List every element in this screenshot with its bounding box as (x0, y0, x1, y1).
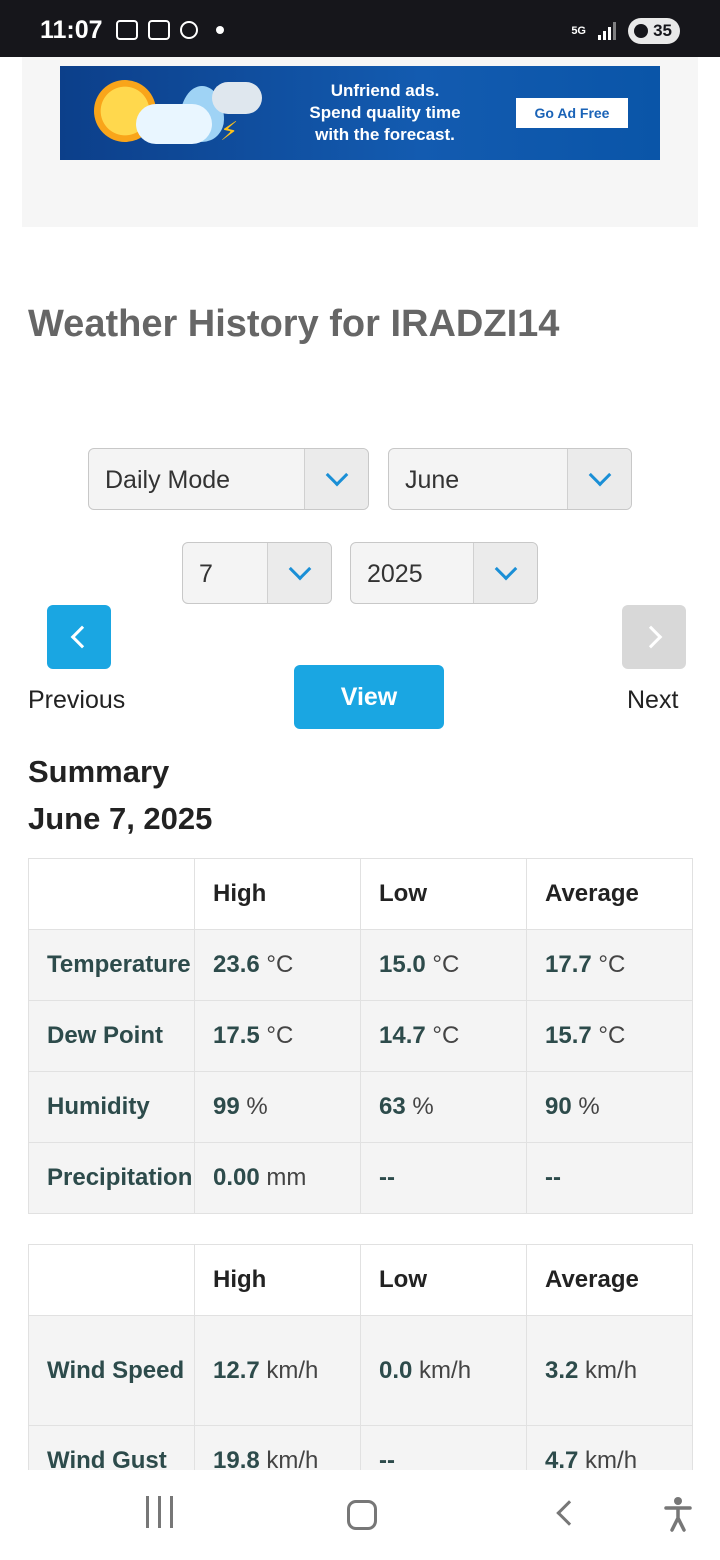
ad-text: Unfriend ads. Spend quality time with th… (290, 80, 480, 146)
day-select[interactable]: 7 (182, 542, 332, 604)
cell-average: 15.7 °C (526, 1000, 693, 1072)
cell-high: 0.00 mm (194, 1142, 361, 1214)
mode-select[interactable]: Daily Mode (88, 448, 369, 510)
notification-icons (116, 20, 224, 40)
table-header-average: Average (526, 1244, 693, 1316)
previous-button[interactable] (47, 605, 111, 669)
ad-container: ⚡ Unfriend ads. Spend quality time with … (22, 57, 698, 227)
cell-high: 99 % (194, 1071, 361, 1143)
go-ad-free-button[interactable]: Go Ad Free (516, 98, 628, 128)
screenshot-icon (116, 20, 138, 40)
cell-high: 17.5 °C (194, 1000, 361, 1072)
more-notifications-dot-icon (216, 26, 224, 34)
battery-indicator: 35 (628, 18, 680, 44)
cell-low: -- (360, 1142, 527, 1214)
previous-label[interactable]: Previous (28, 686, 125, 715)
row-label-precipitation: Precipitation (28, 1142, 195, 1214)
ad-line-3: with the forecast. (315, 125, 455, 144)
cell-high: 12.7 km/h (194, 1315, 361, 1426)
row-label-humidity: Humidity (28, 1071, 195, 1143)
ad-line-1: Unfriend ads. (330, 81, 440, 100)
storm-cloud-icon (212, 82, 262, 114)
status-bar: 11:07 5G 35 (0, 0, 720, 57)
system-icons: 5G 35 (571, 18, 680, 44)
view-button[interactable]: View (294, 665, 444, 729)
table-header-empty (28, 1244, 195, 1316)
wind-table: High Low Average Wind Speed 12.7 km/h 0.… (28, 1244, 693, 1497)
summary-date: June 7, 2025 (28, 801, 213, 836)
lightning-icon: ⚡ (220, 116, 239, 146)
home-icon[interactable] (347, 1500, 377, 1530)
table-header-low: Low (360, 858, 527, 930)
page-title: Weather History for IRADZI14 (28, 303, 560, 345)
chevron-right-icon (639, 625, 663, 649)
chevron-down-icon (473, 543, 537, 603)
ad-banner[interactable]: ⚡ Unfriend ads. Spend quality time with … (60, 66, 660, 160)
cloud-icon (136, 104, 212, 144)
day-select-value: 7 (199, 560, 213, 588)
month-select-value: June (405, 466, 460, 494)
table-header-high: High (194, 1244, 361, 1316)
next-button[interactable] (622, 605, 686, 669)
calendar-icon (148, 20, 170, 40)
row-label-dew-point: Dew Point (28, 1000, 195, 1072)
table-header-high: High (194, 858, 361, 930)
signal-icon (598, 22, 616, 40)
battery-level: 35 (653, 21, 672, 40)
app-notification-icon (180, 21, 198, 39)
next-label[interactable]: Next (627, 686, 678, 715)
summary-table: High Low Average Temperature 23.6 °C 15.… (28, 858, 693, 1214)
system-navigation-bar (0, 1470, 720, 1560)
month-select[interactable]: June (388, 448, 632, 510)
cell-average: -- (526, 1142, 693, 1214)
recent-apps-icon[interactable] (146, 1496, 173, 1528)
mode-select-value: Daily Mode (105, 466, 231, 494)
cell-low: 15.0 °C (360, 929, 527, 1001)
table-header-row: High Low Average (28, 1244, 693, 1316)
cell-average: 17.7 °C (526, 929, 693, 1001)
network-type: 5G (571, 25, 586, 37)
table-row: Humidity 99 % 63 % 90 % (28, 1071, 693, 1143)
row-label-wind-speed: Wind Speed (28, 1315, 195, 1426)
table-row: Wind Speed 12.7 km/h 0.0 km/h 3.2 km/h (28, 1315, 693, 1426)
cell-average: 3.2 km/h (526, 1315, 693, 1426)
status-time: 11:07 (40, 16, 103, 44)
chevron-down-icon (304, 449, 368, 509)
cell-low: 0.0 km/h (360, 1315, 527, 1426)
table-header-low: Low (360, 1244, 527, 1316)
chevron-down-icon (267, 543, 331, 603)
cell-average: 90 % (526, 1071, 693, 1143)
cell-low: 14.7 °C (360, 1000, 527, 1072)
cell-low: 63 % (360, 1071, 527, 1143)
table-row: Precipitation 0.00 mm -- -- (28, 1142, 693, 1214)
accessibility-icon[interactable] (664, 1496, 692, 1532)
cell-high: 23.6 °C (194, 929, 361, 1001)
table-row: Temperature 23.6 °C 15.0 °C 17.7 °C (28, 929, 693, 1001)
table-row: Dew Point 17.5 °C 14.7 °C 15.7 °C (28, 1000, 693, 1072)
chevron-left-icon (70, 625, 94, 649)
table-header-average: Average (526, 858, 693, 930)
table-header-empty (28, 858, 195, 930)
chevron-down-icon (567, 449, 631, 509)
year-select-value: 2025 (367, 560, 423, 588)
ad-line-2: Spend quality time (309, 103, 461, 122)
year-select[interactable]: 2025 (350, 542, 538, 604)
summary-title: Summary (28, 754, 170, 789)
row-label-temperature: Temperature (28, 929, 195, 1001)
table-header-row: High Low Average (28, 858, 693, 930)
back-icon[interactable] (556, 1500, 582, 1526)
